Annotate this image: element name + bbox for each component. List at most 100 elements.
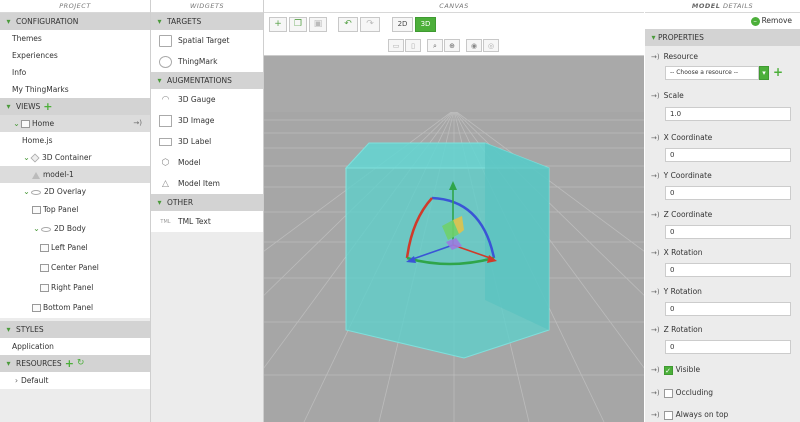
scale-label: Scale xyxy=(663,91,684,100)
chevron-down-icon[interactable]: ▾ xyxy=(155,13,164,30)
add-icon[interactable]: + xyxy=(269,17,287,32)
resource-select[interactable]: -- Choose a resource -- xyxy=(665,66,759,80)
add-resource-icon[interactable]: + xyxy=(773,65,783,79)
tree-item-bottom-panel[interactable]: Bottom Panel xyxy=(0,298,150,318)
3d-viewport[interactable] xyxy=(264,0,644,422)
chevron-down-icon[interactable]: ▾ xyxy=(155,194,164,211)
widget-thingmark[interactable]: ThingMark xyxy=(151,51,263,72)
chevron-down-icon[interactable]: ▾ xyxy=(649,29,658,46)
add-view-icon[interactable]: + xyxy=(43,101,52,112)
config-item-label: Themes xyxy=(12,34,42,43)
tree-item-top-panel[interactable]: Top Panel xyxy=(0,200,150,219)
file-item-homejs[interactable]: Home.js xyxy=(0,132,150,149)
tree-item-right-panel[interactable]: Right Panel xyxy=(0,278,150,298)
chevron-down-icon[interactable]: ▾ xyxy=(4,98,13,115)
section-augmentations[interactable]: ▾ AUGMENTATIONS xyxy=(151,72,263,89)
section-other[interactable]: ▾ OTHER xyxy=(151,194,263,211)
y-rotation-input[interactable]: 0 xyxy=(665,302,791,316)
config-item-experiences[interactable]: Experiences xyxy=(0,47,150,64)
tree-item-2d-body[interactable]: ⌄ 2D Body xyxy=(0,219,150,238)
chevron-down-icon[interactable]: ▾ xyxy=(4,321,13,338)
x-rotation-input[interactable]: 0 xyxy=(665,263,791,277)
z-rotation-input[interactable]: 0 xyxy=(665,340,791,354)
section-views[interactable]: ▾ VIEWS + xyxy=(0,98,150,115)
occluding-checkbox[interactable] xyxy=(663,388,673,398)
config-item-thingmarks[interactable]: My ThingMarks xyxy=(0,81,150,98)
image-icon xyxy=(159,114,172,127)
tree-3d-container-label: 3D Container xyxy=(42,153,92,162)
widget-spatial-target[interactable]: Spatial Target xyxy=(151,30,263,51)
widget-3d-image[interactable]: 3D Image xyxy=(151,110,263,131)
binding-arrow-icon[interactable]: →) xyxy=(651,211,660,219)
z-coordinate-input[interactable]: 0 xyxy=(665,225,791,239)
binding-arrow-icon[interactable]: →) xyxy=(651,326,660,334)
binding-arrow-icon[interactable]: →) xyxy=(651,172,660,180)
widgets-panel-header: Widgets xyxy=(151,0,263,13)
binding-arrow-icon[interactable]: →) xyxy=(651,92,660,100)
view-side-icon[interactable]: ▯ xyxy=(405,39,421,52)
x-rotation-field: →) X Rotation 0 xyxy=(645,247,800,277)
zoom-selected-icon[interactable]: ⊕ xyxy=(444,39,460,52)
mode-3d-button[interactable]: 3D xyxy=(415,17,436,32)
copy-icon[interactable]: ❐ xyxy=(289,17,307,32)
paste-icon[interactable]: ▣ xyxy=(309,17,327,32)
visibility-icon[interactable]: ◎ xyxy=(483,39,499,52)
section-targets[interactable]: ▾ TARGETS xyxy=(151,13,263,30)
style-item-application[interactable]: Application xyxy=(0,338,150,355)
always-on-top-checkbox[interactable] xyxy=(663,410,673,420)
model-bounding-cube[interactable] xyxy=(344,142,550,359)
widget-3d-label[interactable]: 3D Label xyxy=(151,131,263,152)
chevron-down-icon[interactable]: ⌄ xyxy=(32,219,41,238)
hide-icon[interactable]: ◉ xyxy=(466,39,482,52)
x-coordinate-input[interactable]: 0 xyxy=(665,148,791,162)
chevron-down-icon[interactable]: ▾ xyxy=(4,13,13,30)
mode-2d-button[interactable]: 2D xyxy=(392,17,413,32)
config-item-info[interactable]: Info xyxy=(0,64,150,81)
add-resource-icon[interactable]: + xyxy=(65,358,74,369)
binding-arrow-icon[interactable]: →) xyxy=(651,288,660,296)
binding-arrow-icon[interactable]: →) xyxy=(651,53,660,61)
navigate-arrow-icon[interactable]: →) xyxy=(133,115,142,132)
undo-icon[interactable]: ↶ xyxy=(338,17,358,32)
section-configuration[interactable]: ▾ CONFIGURATION xyxy=(0,13,150,30)
binding-arrow-icon[interactable]: →) xyxy=(651,389,660,397)
panel-icon xyxy=(40,284,49,292)
remove-button[interactable]: – Remove xyxy=(645,13,800,29)
section-resources[interactable]: ▾ RESOURCES + ↻ xyxy=(0,355,150,372)
redo-icon[interactable]: ↷ xyxy=(360,17,380,32)
binding-arrow-icon[interactable]: →) xyxy=(651,366,660,374)
tree-item-model-1[interactable]: model-1 xyxy=(0,166,150,183)
zoom-fit-icon[interactable]: ⌕ xyxy=(427,39,443,52)
section-styles[interactable]: ▾ STYLES xyxy=(0,321,150,338)
visible-checkbox[interactable]: ✓ xyxy=(663,365,673,375)
config-item-themes[interactable]: Themes xyxy=(0,30,150,47)
gauge-icon: ◠ xyxy=(161,94,170,105)
chevron-down-icon[interactable]: ▾ xyxy=(4,355,13,372)
view-item-home[interactable]: ⌄ Home →) xyxy=(0,115,150,132)
widget-3d-gauge[interactable]: ◠ 3D Gauge xyxy=(151,89,263,110)
binding-arrow-icon[interactable]: →) xyxy=(651,411,660,419)
tree-item-left-panel[interactable]: Left Panel xyxy=(0,238,150,258)
dropdown-icon[interactable]: ▾ xyxy=(759,66,769,80)
chevron-down-icon[interactable]: ⌄ xyxy=(12,115,21,132)
tree-item-2d-overlay[interactable]: ⌄ 2D Overlay xyxy=(0,183,150,200)
chevron-down-icon[interactable]: ⌄ xyxy=(22,183,31,200)
y-coordinate-input[interactable]: 0 xyxy=(665,186,791,200)
widget-tml-text[interactable]: TML TML Text xyxy=(151,211,263,232)
binding-arrow-icon[interactable]: →) xyxy=(651,134,660,142)
scale-input[interactable]: 1.0 xyxy=(665,107,791,121)
widget-model[interactable]: ⬡ Model xyxy=(151,152,263,173)
tree-left-panel-label: Left Panel xyxy=(51,243,88,252)
chevron-right-icon[interactable]: › xyxy=(12,372,21,389)
chevron-down-icon[interactable]: ▾ xyxy=(155,72,164,89)
view-front-icon[interactable]: ▭ xyxy=(388,39,404,52)
widget-model-item[interactable]: △ Model Item xyxy=(151,173,263,194)
canvas-panel[interactable]: Canvas + ❐ ▣ ↶ ↷ 2D 3D ▭ ▯ ⌕ ⊕ ◉ ◎ xyxy=(264,0,644,422)
refresh-icon[interactable]: ↻ xyxy=(77,355,85,372)
section-properties[interactable]: ▾ PROPERTIES xyxy=(645,29,800,46)
tree-item-3d-container[interactable]: ⌄ 3D Container xyxy=(0,149,150,166)
section-views-label: VIEWS xyxy=(16,102,41,111)
binding-arrow-icon[interactable]: →) xyxy=(651,249,660,257)
tree-item-center-panel[interactable]: Center Panel xyxy=(0,258,150,278)
resource-item-default[interactable]: › Default xyxy=(0,372,150,389)
